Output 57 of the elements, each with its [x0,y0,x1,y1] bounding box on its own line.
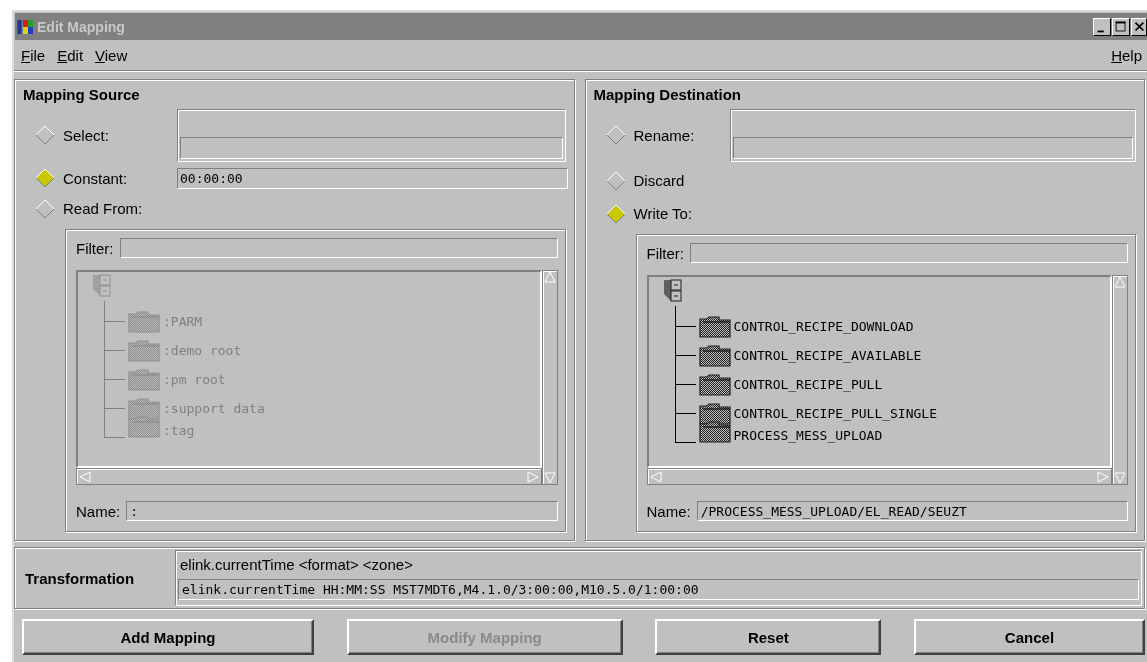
tree-item[interactable]: CONTROL_RECIPE_PULL_SINGLE [733,406,937,421]
tree-item[interactable]: CONTROL_RECIPE_AVAILABLE [733,348,922,363]
name-label: Name: [646,502,691,520]
app-icon [17,17,34,36]
filter-field[interactable] [690,243,1128,263]
folder-icon [698,315,731,338]
radio-label: Discard [633,172,686,189]
filter-label: Filter: [76,239,114,257]
expression-text: elink.currentTime <format> <zone> [180,555,414,575]
tree-item[interactable]: CONTROL_RECIPE_DOWNLOAD [733,319,914,334]
filter-field[interactable] [119,238,558,258]
close-icon[interactable] [1131,17,1147,36]
folder-icon [698,421,731,443]
folder-icon [698,344,731,367]
radio-label: Write To: [633,205,694,222]
folder-icon [128,339,160,362]
name-label: Name: [76,502,121,520]
filter-label: Filter: [646,244,684,262]
text-field[interactable]: 00:00:00 [177,167,568,189]
folder-icon [128,368,160,391]
folder-icon [698,402,731,425]
menu-item[interactable]: Help [1110,46,1143,64]
file-cabinet-icon [662,279,683,302]
radio-label: Rename: [633,126,696,144]
file-cabinet-icon [92,274,112,297]
transformation-label: Transformation [25,569,136,587]
folder-icon [128,416,160,438]
radio-button[interactable] [605,203,626,224]
folder-icon [698,373,731,396]
radio-button[interactable] [605,125,626,145]
tree-item[interactable]: CONTROL_RECIPE_PULL [733,377,883,392]
window-title: Edit Mapping [37,18,125,35]
combo-box[interactable] [177,108,566,162]
radio-label: Read From: [63,200,144,217]
action-button[interactable]: Cancel [913,619,1145,655]
menu-item[interactable]: Edit [56,46,85,64]
radio-label: Select: [63,126,110,144]
action-button[interactable]: Reset [655,619,882,655]
radio-button[interactable] [35,168,55,188]
transformation-field[interactable]: elink.currentTime HH:MM:SS MST7MDT6,M4.1.0/3:00:00,M10.5.0/1:00:00 [178,579,1139,600]
minimize-icon[interactable] [1093,17,1111,36]
section-title: Mapping Destination [593,84,742,105]
radio-label: Constant: [63,169,129,187]
folder-icon [128,310,160,333]
folder-icon [128,397,160,420]
radio-button[interactable] [605,170,626,191]
name-field[interactable]: /PROCESS_MESS_UPLOAD/EL_READ/SEUZT [696,501,1128,521]
combo-box[interactable] [729,108,1136,162]
radio-button[interactable] [35,198,55,219]
menu-item[interactable]: File [20,46,47,64]
tree-view[interactable]: CONTROL_RECIPE_DOWNLOAD CONTROL_RECIPE_AVAILABLE CONTROL_RECIPE_PULL CONTROL_RECIPE_PULL_SINGLE PROCESS_MESS_UPLOAD [646,275,1112,468]
section-title: Mapping Source [23,84,141,105]
tree-item[interactable]: PROCESS_MESS_UPLOAD [733,428,883,443]
menu-item[interactable]: View [94,46,129,64]
maximize-icon[interactable] [1112,17,1130,36]
radio-button[interactable] [35,125,55,145]
action-button[interactable]: Add Mapping [22,619,314,655]
